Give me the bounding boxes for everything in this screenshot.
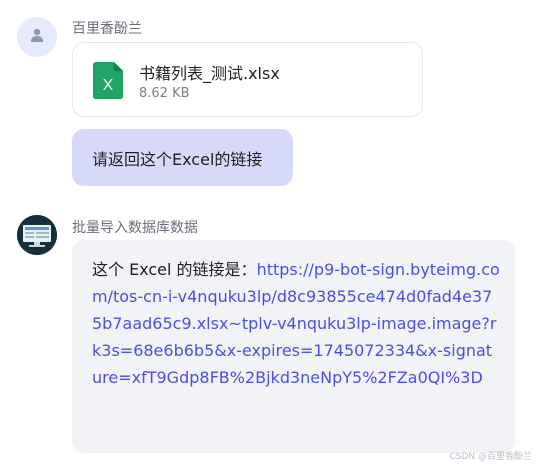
excel-file-icon: X bbox=[93, 62, 123, 103]
file-attachment-card[interactable]: X 书籍列表_测试.xlsx 8.62 KB bbox=[72, 42, 423, 117]
person-icon bbox=[29, 27, 45, 47]
user-message-text: 请返回这个Excel的链接 bbox=[92, 149, 263, 169]
bot-message-bubble: 这个 Excel 的链接是：https://p9-bot-sign.byteim… bbox=[72, 240, 515, 453]
watermark: CSDN @百里香酚兰 bbox=[449, 452, 532, 462]
user-sender-name: 百里香酚兰 bbox=[72, 21, 142, 37]
user-message-bubble: 请返回这个Excel的链接 bbox=[72, 129, 293, 186]
bot-sender-name: 批量导入数据库数据 bbox=[72, 220, 198, 236]
bot-message-text: 这个 Excel 的链接是： bbox=[92, 260, 257, 279]
svg-text:X: X bbox=[103, 77, 114, 94]
bot-avatar-icon bbox=[17, 215, 57, 255]
file-name: 书籍列表_测试.xlsx bbox=[139, 64, 280, 83]
excel-download-link[interactable]: https://p9-bot-sign.byteimg.com/tos-cn-i… bbox=[92, 260, 500, 387]
file-size: 8.62 KB bbox=[139, 86, 190, 101]
user-avatar[interactable] bbox=[17, 17, 57, 57]
bot-avatar[interactable] bbox=[17, 215, 57, 255]
